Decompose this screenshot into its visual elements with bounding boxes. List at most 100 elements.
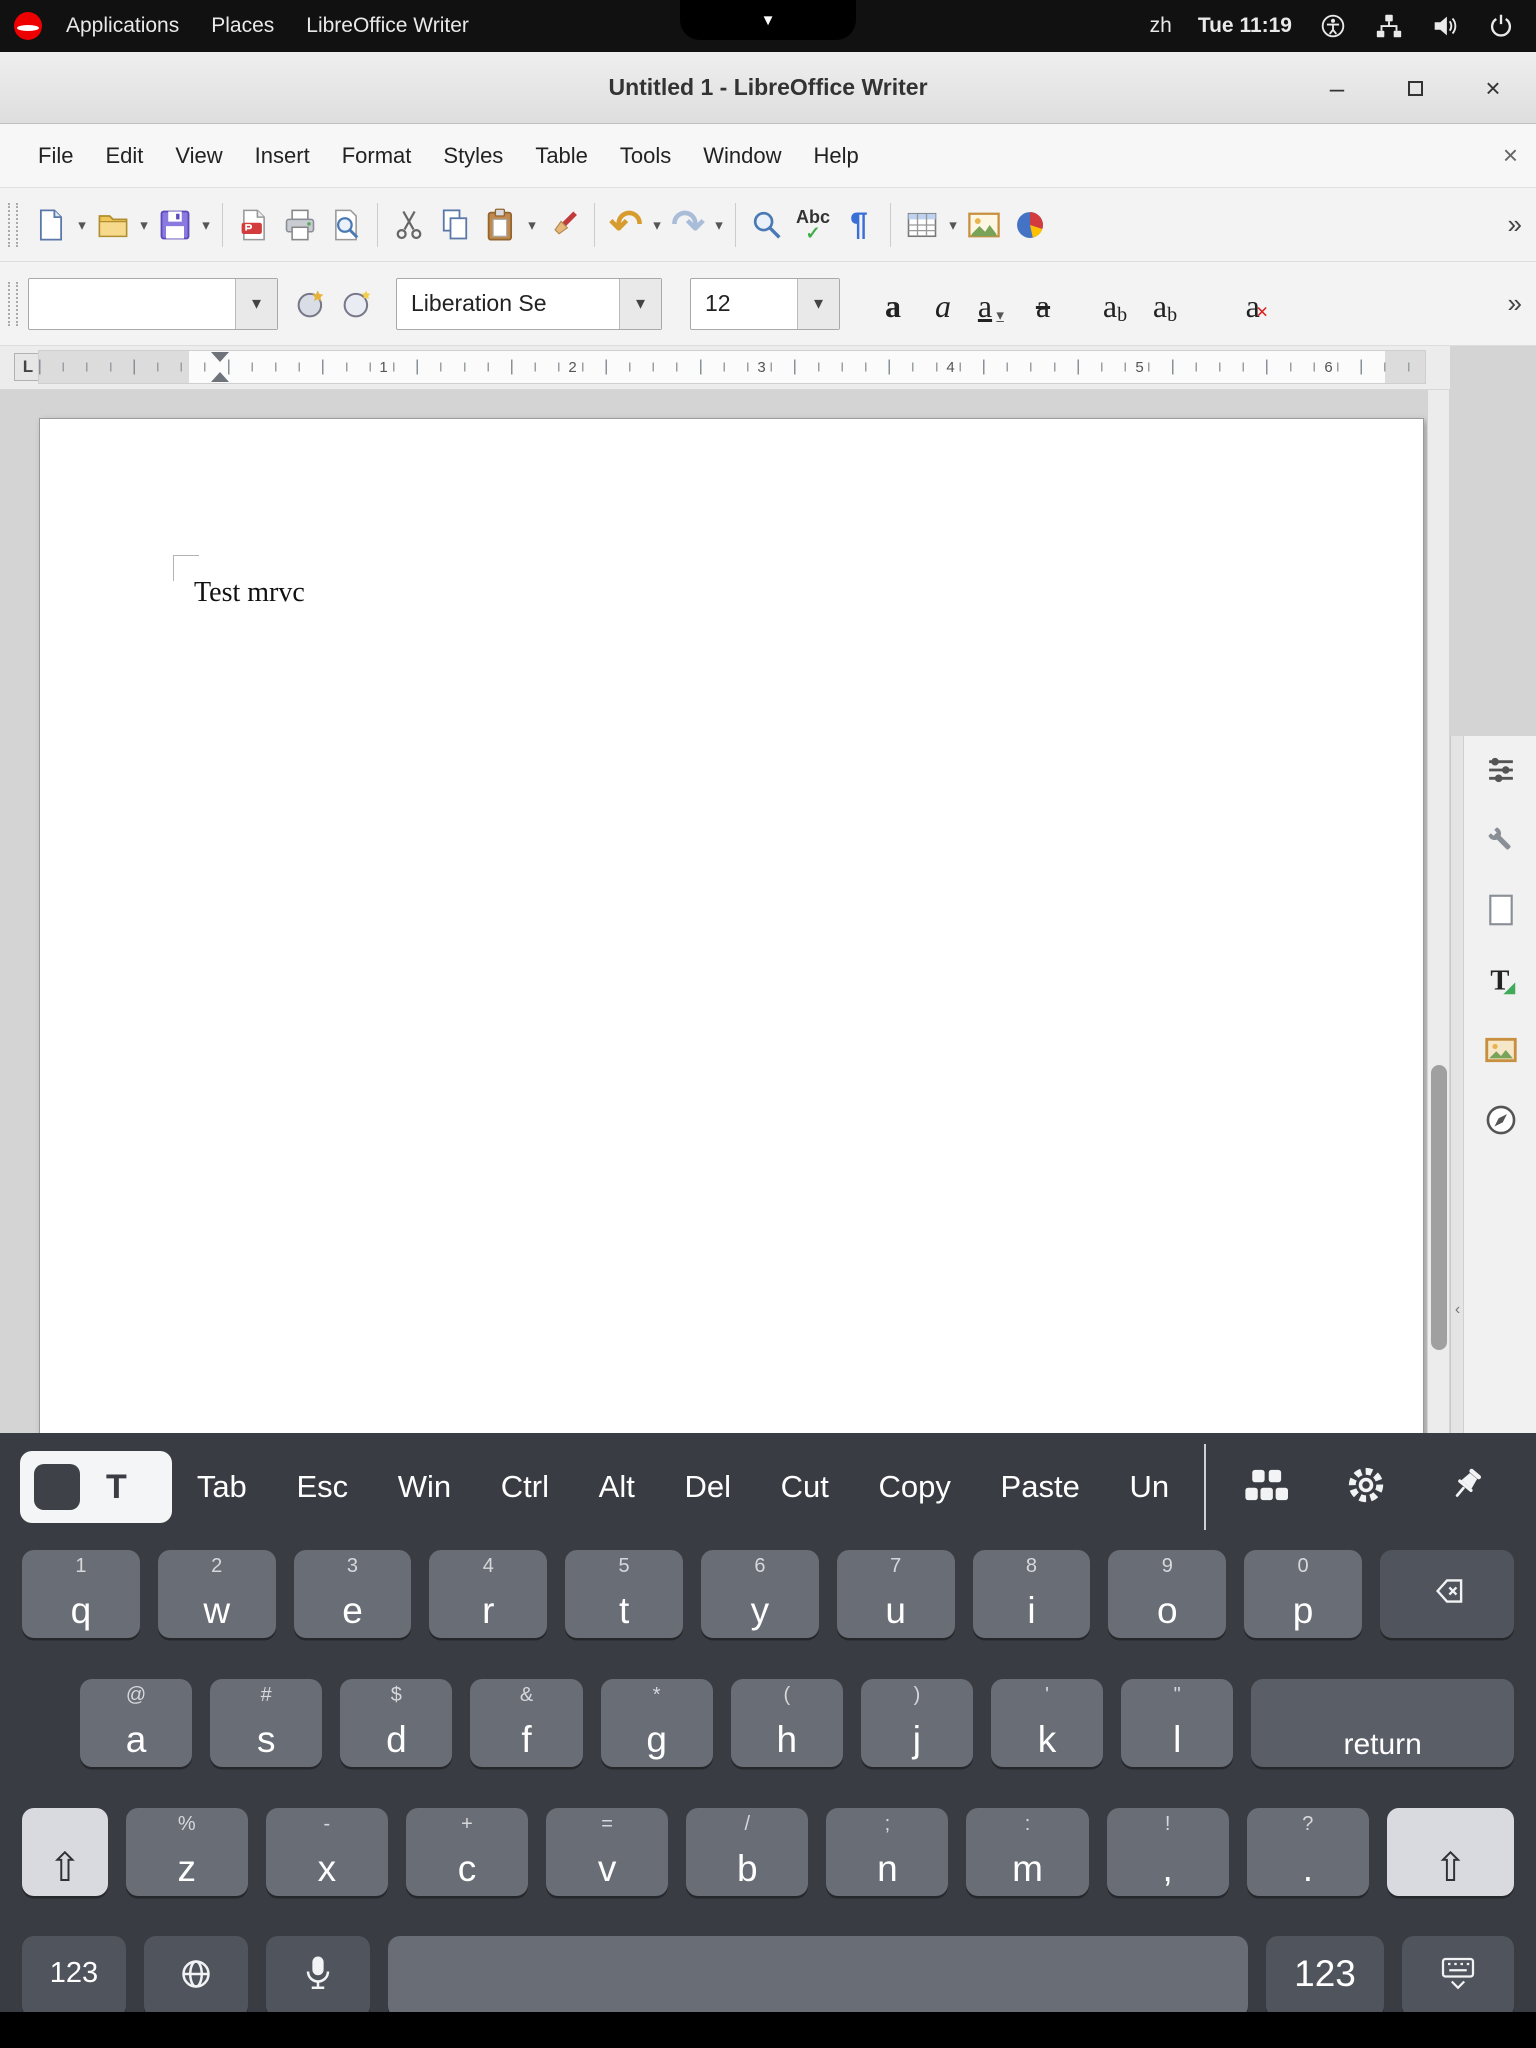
open-file-button[interactable]	[90, 200, 136, 250]
sidebar-navigator-button[interactable]	[1477, 1096, 1525, 1144]
input-method-indicator[interactable]: zh	[1150, 14, 1172, 38]
network-tree-icon[interactable]	[1374, 11, 1404, 41]
close-button[interactable]: ×	[1476, 71, 1510, 105]
redo-button[interactable]: ↷	[665, 200, 711, 250]
chevron-down-icon[interactable]: ▾	[235, 279, 277, 329]
accessibility-icon[interactable]	[1318, 11, 1348, 41]
letter-key[interactable]: + c	[406, 1808, 528, 1896]
chevron-down-icon[interactable]: ▾	[797, 279, 839, 329]
toolbar-overflow-button[interactable]: »	[1508, 209, 1522, 240]
letter-key[interactable]: ( h	[731, 1679, 843, 1767]
font-size-combo[interactable]: 12 ▾	[690, 278, 840, 330]
strikethrough-button[interactable]: a	[1018, 277, 1068, 331]
window-title-bar[interactable]: Untitled 1 - LibreOffice Writer – ×	[0, 52, 1536, 124]
letter-key[interactable]: @ a	[80, 1679, 192, 1767]
letter-key[interactable]: 9 o	[1108, 1550, 1226, 1638]
open-file-dropdown[interactable]: ▾	[136, 216, 152, 234]
scrollbar-thumb[interactable]	[1431, 1065, 1447, 1350]
subscript-button[interactable]: ab	[1140, 277, 1190, 331]
undo-dropdown[interactable]: ▾	[649, 216, 665, 234]
letter-key[interactable]: * g	[601, 1679, 713, 1767]
horizontal-ruler[interactable]: 1 2 3 4 5 6	[38, 350, 1426, 384]
letter-key[interactable]: - x	[266, 1808, 388, 1896]
cut-icon[interactable]	[386, 200, 432, 250]
letter-key[interactable]: ! ,	[1107, 1808, 1229, 1896]
action-key[interactable]: Alt	[595, 1469, 639, 1505]
numbers-key-left[interactable]: 123	[22, 1936, 126, 2012]
paste-button[interactable]	[478, 200, 524, 250]
pin-icon[interactable]	[1444, 1463, 1488, 1512]
update-style-button[interactable]	[288, 279, 334, 329]
underline-button[interactable]: a▾	[968, 277, 1018, 331]
volume-icon[interactable]	[1430, 11, 1460, 41]
letter-key[interactable]: 1 q	[22, 1550, 140, 1638]
power-icon[interactable]	[1486, 11, 1516, 41]
paste-dropdown[interactable]: ▾	[524, 216, 540, 234]
clone-formatting-button[interactable]	[540, 200, 586, 250]
formatting-marks-button[interactable]: ¶	[836, 200, 882, 250]
system-menu-item[interactable]: Applications	[50, 0, 195, 52]
globe-key[interactable]	[144, 1936, 248, 2012]
insert-table-dropdown[interactable]: ▾	[945, 216, 961, 234]
document-close-button[interactable]: ×	[1503, 140, 1518, 171]
action-key[interactable]: Tab	[193, 1469, 251, 1505]
letter-key[interactable]: ; n	[826, 1808, 948, 1896]
menu-item[interactable]: Insert	[239, 124, 326, 188]
letter-key[interactable]: 0 p	[1244, 1550, 1362, 1638]
document-text[interactable]: Test mrvc	[194, 577, 305, 609]
new-document-button[interactable]	[28, 200, 74, 250]
export-pdf-button[interactable]	[231, 200, 277, 250]
letter-key[interactable]: 3 e	[294, 1550, 412, 1638]
letter-key[interactable]: ' k	[991, 1679, 1103, 1767]
letter-key[interactable]: % z	[126, 1808, 248, 1896]
letter-key[interactable]: / b	[686, 1808, 808, 1896]
chevron-down-icon[interactable]: ▾	[619, 279, 661, 329]
sidebar-page-button[interactable]	[1477, 886, 1525, 934]
hide-keyboard-key[interactable]	[1402, 1936, 1514, 2012]
menu-item[interactable]: Tools	[604, 124, 687, 188]
letter-key[interactable]: 5 t	[565, 1550, 683, 1638]
letter-key[interactable]: 4 r	[429, 1550, 547, 1638]
print-preview-button[interactable]	[323, 200, 369, 250]
toolbar-grip[interactable]	[8, 203, 18, 247]
letter-key[interactable]: = v	[546, 1808, 668, 1896]
shift-key-left[interactable]: ⇧	[22, 1808, 108, 1896]
italic-button[interactable]: a	[918, 277, 968, 331]
action-key[interactable]: Win	[394, 1469, 455, 1505]
letter-key[interactable]: " l	[1121, 1679, 1233, 1767]
action-key[interactable]: Cut	[777, 1469, 833, 1505]
menu-item[interactable]: File	[22, 124, 89, 188]
system-menu-item[interactable]: LibreOffice Writer	[290, 0, 485, 52]
new-style-button[interactable]	[334, 279, 380, 329]
save-button[interactable]	[152, 200, 198, 250]
redo-dropdown[interactable]: ▾	[711, 216, 727, 234]
letter-key[interactable]: ? .	[1247, 1808, 1369, 1896]
action-key[interactable]: Paste	[997, 1469, 1084, 1505]
shift-key-right[interactable]: ⇧	[1387, 1808, 1514, 1896]
vertical-scrollbar[interactable]	[1427, 390, 1449, 1433]
menu-item[interactable]: View	[159, 124, 238, 188]
superscript-button[interactable]: ab	[1090, 277, 1140, 331]
menu-item[interactable]: Window	[687, 124, 797, 188]
insert-image-button[interactable]	[961, 200, 1007, 250]
letter-key[interactable]: 7 u	[837, 1550, 955, 1638]
restore-button[interactable]	[1398, 71, 1432, 105]
find-replace-button[interactable]	[744, 200, 790, 250]
gear-icon[interactable]	[1344, 1463, 1388, 1512]
minimize-button[interactable]: –	[1320, 71, 1354, 105]
action-key[interactable]: Ctrl	[497, 1469, 553, 1505]
keyboard-toggle[interactable]: T	[20, 1451, 172, 1523]
menu-item[interactable]: Styles	[427, 124, 519, 188]
toolbar-overflow-button[interactable]: »	[1508, 288, 1522, 319]
letter-key[interactable]: : m	[966, 1808, 1088, 1896]
letter-key[interactable]: $ d	[340, 1679, 452, 1767]
top-notch-handle[interactable]: ▼	[680, 0, 856, 40]
paragraph-style-combo[interactable]: ▾	[28, 278, 278, 330]
underline-dropdown[interactable]: ▾	[992, 306, 1008, 325]
sidebar-settings-button[interactable]	[1477, 746, 1525, 794]
system-menu-item[interactable]: Places	[195, 0, 290, 52]
toolbar-grip[interactable]	[8, 282, 18, 326]
sidebar-properties-button[interactable]	[1477, 816, 1525, 864]
letter-key[interactable]: # s	[210, 1679, 322, 1767]
distro-logo-icon[interactable]	[14, 12, 42, 40]
